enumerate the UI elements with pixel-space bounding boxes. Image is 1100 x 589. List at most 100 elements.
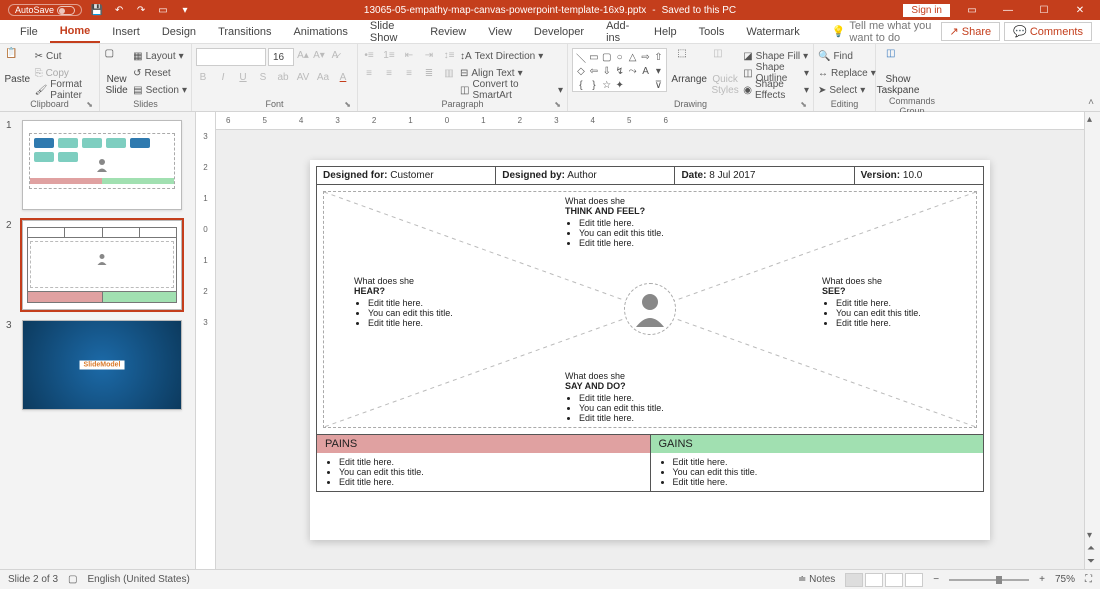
clear-format-icon[interactable]: A̷ [328,48,342,62]
close-icon[interactable]: ✕ [1066,1,1094,19]
shape-rect-icon[interactable]: ▭ [589,52,598,63]
autosave-toggle[interactable]: AutoSave [8,4,82,16]
tab-slideshow[interactable]: Slide Show [360,16,418,48]
sorter-view-icon[interactable] [865,573,883,587]
clipboard-launcher-icon[interactable]: ⬊ [86,100,93,109]
shape-arrow-icon[interactable]: ⇨ [641,52,649,63]
notes-button[interactable]: ≐ Notes [798,574,835,585]
reset-button[interactable]: ↺Reset [133,65,187,81]
maximize-icon[interactable]: ☐ [1030,1,1058,19]
collapse-ribbon-icon[interactable]: ˄ [1088,97,1094,108]
shapes-gallery[interactable]: ＼▭▢○△⇨⇧ ◇⇦⇩↯⤳A▾ {}☆✦⊽ [572,48,667,92]
scroll-up-icon[interactable]: ▴ [1087,114,1092,125]
tab-review[interactable]: Review [420,22,476,42]
font-family-combo[interactable] [196,48,266,66]
underline-icon[interactable]: U [236,70,250,84]
reading-view-icon[interactable] [885,573,903,587]
tell-me-search[interactable]: 💡 Tell me what you want to do [832,20,939,44]
save-icon[interactable]: 💾 [90,3,104,17]
tab-addins[interactable]: Add-ins [596,16,642,48]
language-label[interactable]: English (United States) [88,574,190,585]
quick-styles-button[interactable]: ◫Quick Styles [711,48,739,96]
paste-button[interactable]: 📋 Paste [4,48,31,85]
shadow-icon[interactable]: ab [276,70,290,84]
cut-button[interactable]: ✂Cut [35,48,95,64]
increase-font-icon[interactable]: A▴ [296,48,310,62]
shape-line-icon[interactable]: ＼ [576,50,586,65]
font-color-icon[interactable]: A [336,70,350,84]
select-button[interactable]: ➤Select ▾ [818,82,876,98]
shape-dropdown-icon[interactable]: ⊽ [655,80,662,91]
fit-to-window-icon[interactable]: ⛶ [1085,574,1092,585]
italic-icon[interactable]: I [216,70,230,84]
font-launcher-icon[interactable]: ⬊ [344,100,351,109]
shape-brace2-icon[interactable]: } [592,80,595,91]
tab-developer[interactable]: Developer [524,22,594,42]
find-button[interactable]: 🔍Find [818,48,876,64]
align-center-icon[interactable]: ≡ [382,66,396,80]
shape-brace-icon[interactable]: { [579,80,582,91]
arrange-button[interactable]: ⬚Arrange [671,48,707,85]
slide-thumbnail-3[interactable]: SlideModel [22,320,182,410]
align-right-icon[interactable]: ≡ [402,66,416,80]
minimize-icon[interactable]: — [994,1,1022,19]
slide-canvas[interactable]: Designed for: Customer Designed by: Auth… [310,160,990,540]
comments-button[interactable]: 💬Comments [1004,22,1092,41]
shape-arrow3-icon[interactable]: ⇩ [603,66,611,77]
numbering-icon[interactable]: 1≡ [382,48,396,62]
signin-button[interactable]: Sign in [903,4,950,17]
tab-transitions[interactable]: Transitions [208,22,281,42]
undo-icon[interactable]: ↶ [112,3,126,17]
tab-watermark[interactable]: Watermark [736,22,809,42]
shape-arrow2-icon[interactable]: ⇦ [590,66,598,77]
shape-tri-icon[interactable]: △ [629,52,637,63]
tab-view[interactable]: View [478,22,522,42]
shape-text-icon[interactable]: A [642,66,649,77]
format-painter-button[interactable]: 🖌Format Painter [35,82,95,98]
shape-more-icon[interactable]: ⇧ [654,52,662,63]
zoom-level[interactable]: 75% [1055,574,1075,585]
shape-diamond-icon[interactable]: ◇ [577,66,585,77]
tab-help[interactable]: Help [644,22,687,42]
show-taskpane-button[interactable]: ◫Show Taskpane [880,48,916,96]
shape-round-icon[interactable]: ▢ [602,52,611,63]
indent-inc-icon[interactable]: ⇥ [422,48,436,62]
prev-slide-icon[interactable]: ⏶ [1087,543,1095,554]
bullets-icon[interactable]: •≡ [362,48,376,62]
line-spacing-icon[interactable]: ↕≡ [442,48,456,62]
tab-insert[interactable]: Insert [102,22,150,42]
align-left-icon[interactable]: ≡ [362,66,376,80]
start-slideshow-icon[interactable]: ▭ [156,3,170,17]
justify-icon[interactable]: ≣ [422,66,436,80]
font-size-combo[interactable]: 16 [268,48,294,66]
shape-plus-icon[interactable]: ✦ [616,80,624,91]
decrease-font-icon[interactable]: A▾ [312,48,326,62]
shape-star-icon[interactable]: ☆ [602,80,611,91]
layout-button[interactable]: ▦Layout ▾ [133,48,187,64]
tab-tools[interactable]: Tools [689,22,735,42]
slideshow-view-icon[interactable] [905,573,923,587]
replace-button[interactable]: ↔Replace ▾ [818,65,876,81]
next-slide-icon[interactable]: ⏷ [1087,556,1095,567]
text-direction-button[interactable]: ↕AText Direction ▾ [460,48,563,64]
zoom-in-icon[interactable]: + [1039,574,1045,585]
zoom-out-icon[interactable]: − [933,574,939,585]
tab-design[interactable]: Design [152,22,206,42]
qat-dropdown-icon[interactable]: ▾ [178,3,192,17]
scroll-down-icon[interactable]: ▾ [1087,530,1092,541]
slide-thumbnail-1[interactable] [22,120,182,210]
spacing-icon[interactable]: AV [296,70,310,84]
tab-animations[interactable]: Animations [283,22,357,42]
zoom-slider[interactable] [949,579,1029,581]
shape-scroll-icon[interactable]: ▾ [656,66,661,77]
vertical-scrollbar[interactable]: ▴ ▾ ⏶ ⏷ [1084,112,1100,569]
indent-dec-icon[interactable]: ⇤ [402,48,416,62]
drawing-launcher-icon[interactable]: ⬊ [800,100,807,109]
redo-icon[interactable]: ↷ [134,3,148,17]
paragraph-launcher-icon[interactable]: ⬊ [554,100,561,109]
shape-effects-button[interactable]: ◉Shape Effects ▾ [743,82,809,98]
strike-icon[interactable]: S [256,70,270,84]
ribbon-options-icon[interactable]: ▭ [958,1,986,19]
shape-conn-icon[interactable]: ↯ [616,66,624,77]
tab-file[interactable]: File [10,22,48,42]
